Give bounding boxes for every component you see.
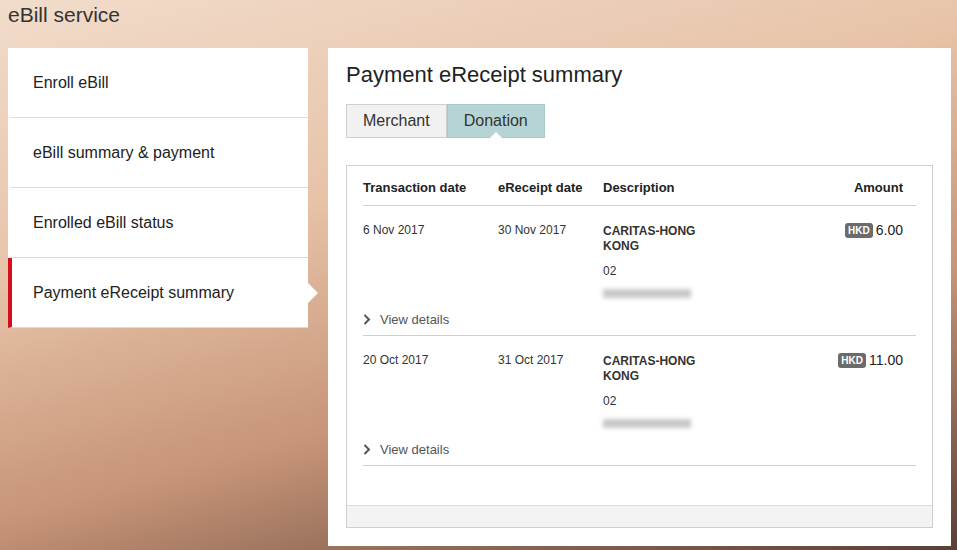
table-header: Transaction dateeReceipt dateDescription…	[363, 166, 916, 206]
panel: Payment eReceipt summary MerchantDonation…	[328, 48, 951, 546]
column-header: Amount	[806, 180, 916, 195]
ereceipt-date: 30 Nov 2017	[498, 222, 603, 237]
chevron-icon	[363, 444, 371, 455]
page-title: eBill service	[0, 0, 957, 48]
content: Enroll eBilleBill summary & paymentEnrol…	[0, 48, 957, 550]
sidebar-item[interactable]: eBill summary & payment	[8, 118, 308, 188]
receipt-table: Transaction dateeReceipt dateDescription…	[346, 165, 933, 528]
page: eBill serviceEnroll eBilleBill summary &…	[0, 0, 957, 550]
panel-title: Payment eReceipt summary	[346, 62, 933, 88]
description: CARITAS-HONG KONG 02	[603, 352, 806, 428]
sidebar: Enroll eBilleBill summary & paymentEnrol…	[8, 48, 308, 328]
merchant-name: CARITAS-HONG KONG	[603, 352, 713, 384]
merchant-code: 02	[603, 264, 806, 278]
table-row: 20 Oct 201731 Oct 2017CARITAS-HONG KONG 0…	[363, 336, 916, 466]
view-details-link[interactable]: View details	[363, 442, 916, 457]
redacted-name	[603, 419, 691, 428]
redacted-name	[603, 289, 691, 298]
column-header: Description	[603, 180, 806, 195]
amount: HKD6.00	[806, 222, 916, 238]
sidebar-item[interactable]: Payment eReceipt summary	[8, 258, 308, 328]
description: CARITAS-HONG KONG 02	[603, 222, 806, 298]
view-details-link[interactable]: View details	[363, 312, 916, 327]
transaction-date: 6 Nov 2017	[363, 222, 498, 237]
merchant-name: CARITAS-HONG KONG	[603, 222, 713, 254]
sidebar-item[interactable]: Enrolled eBill status	[8, 188, 308, 258]
transaction-date: 20 Oct 2017	[363, 352, 498, 367]
merchant-code: 02	[603, 394, 806, 408]
ereceipt-date: 31 Oct 2017	[498, 352, 603, 367]
table-row: 6 Nov 201730 Nov 2017CARITAS-HONG KONG 02…	[363, 206, 916, 336]
tab[interactable]: Donation	[447, 104, 545, 138]
column-header: Transaction date	[363, 180, 498, 195]
sidebar-item[interactable]: Enroll eBill	[8, 48, 308, 118]
table-footer	[347, 505, 932, 527]
tab[interactable]: Merchant	[346, 104, 447, 138]
amount: HKD11.00	[806, 352, 916, 368]
column-header: eReceipt date	[498, 180, 603, 195]
currency-badge: HKD	[845, 223, 873, 238]
chevron-icon	[363, 314, 371, 325]
tab-bar: MerchantDonation	[346, 104, 933, 138]
table-body: Transaction dateeReceipt dateDescription…	[347, 166, 932, 505]
currency-badge: HKD	[838, 353, 866, 368]
